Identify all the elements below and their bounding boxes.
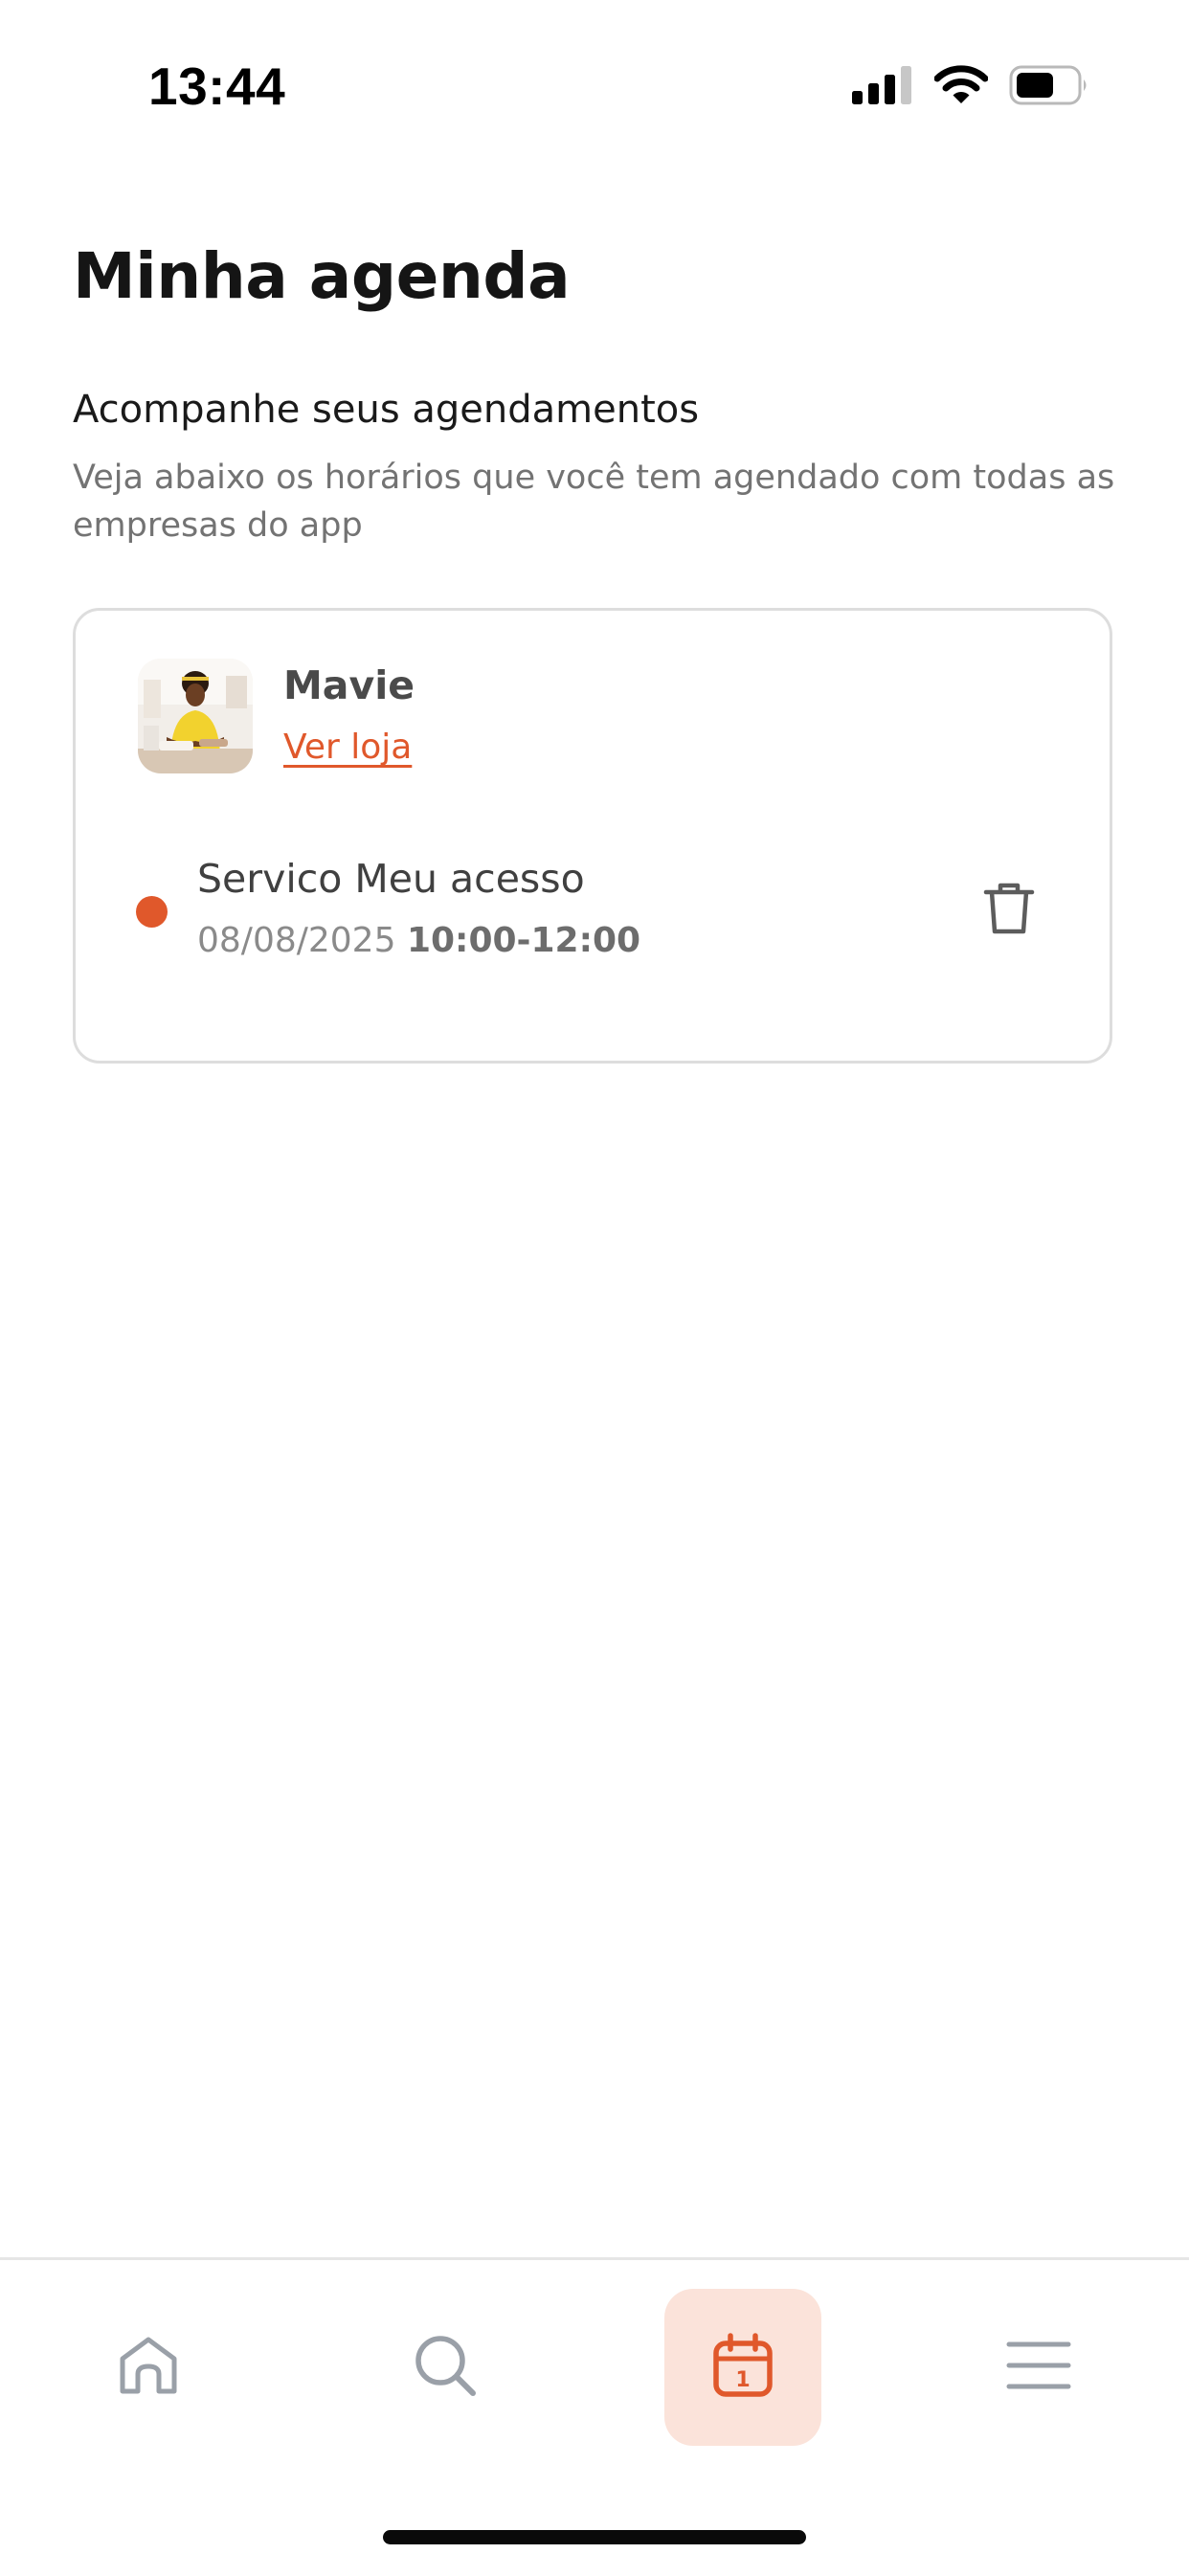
home-indicator [383, 2530, 806, 2544]
store-name: Mavie [283, 662, 415, 708]
search-icon [411, 2331, 480, 2404]
tab-search[interactable] [367, 2289, 524, 2446]
status-bar: 13:44 [0, 0, 1189, 172]
service-name: Servico Meu acesso [197, 856, 585, 902]
menu-icon [1005, 2339, 1072, 2396]
appointment-status-dot [136, 896, 168, 928]
battery-icon [1009, 65, 1089, 109]
service-date: 08/08/2025 [197, 921, 396, 960]
tab-calendar[interactable]: 1 [664, 2289, 821, 2446]
home-icon [115, 2332, 182, 2403]
bottom-navigation: 1 [0, 2257, 1189, 2576]
delete-appointment-button[interactable] [976, 877, 1043, 944]
section-description: Veja abaixo os horários que você tem age… [73, 459, 1115, 545]
page-title: Minha agenda [73, 239, 571, 313]
store-avatar [138, 659, 253, 773]
calendar-day-badge: 1 [735, 2368, 750, 2392]
trash-icon [982, 881, 1036, 940]
tab-menu[interactable] [960, 2289, 1117, 2446]
status-time: 13:44 [148, 56, 286, 116]
view-store-link[interactable]: Ver loja [283, 728, 412, 767]
calendar-icon: 1 [711, 2332, 774, 2403]
status-icons [852, 65, 1089, 109]
appointment-card: Mavie Ver loja Servico Meu acesso 08/08/… [73, 608, 1112, 1064]
cellular-signal-icon [852, 66, 913, 108]
service-datetime: 08/08/2025 10:00-12:00 [197, 921, 640, 960]
tab-home[interactable] [70, 2289, 227, 2446]
wifi-icon [933, 65, 989, 109]
section-heading: Acompanhe seus agendamentos [73, 388, 700, 432]
service-time-range: 10:00-12:00 [406, 921, 641, 960]
